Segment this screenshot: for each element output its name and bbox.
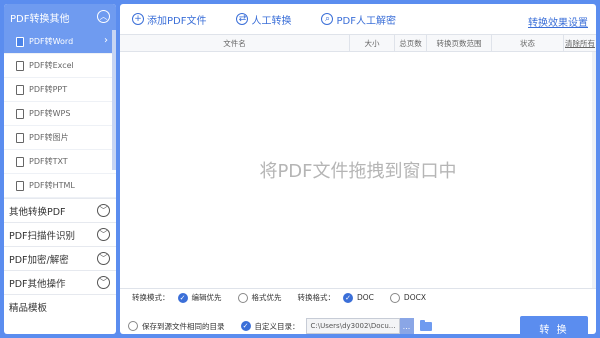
html-file-icon	[16, 180, 24, 191]
main-panel: + 添加PDF文件 ⇄ 人工转换 ⌕ PDF人工解密 转换效果设置 文件名 大小…	[120, 4, 596, 334]
chevron-down-icon: ﹀	[97, 228, 110, 241]
sidebar-header-pdf-convert-other[interactable]: PDF转换其他 ︿	[4, 4, 116, 30]
image-file-icon	[16, 132, 24, 143]
browse-button[interactable]: ...	[399, 318, 414, 334]
radio-unchecked-icon	[237, 292, 248, 303]
clear-all-link[interactable]: 清除所有	[565, 38, 595, 49]
radio-checked-icon: ✓	[343, 292, 353, 303]
convert-settings-link[interactable]: 转换效果设置	[528, 14, 588, 29]
column-clear-all-cell: 清除所有	[564, 35, 596, 51]
convert-options-row: 转换模式： ✓ 编辑优先 格式优先 转换格式： ✓ DOC DOCX	[120, 288, 596, 306]
column-filename: 文件名	[120, 35, 350, 51]
chevron-right-icon: ›	[104, 35, 108, 46]
radio-checked-icon: ✓	[240, 321, 251, 331]
column-status: 状态	[492, 35, 564, 51]
file-drop-area[interactable]: 将PDF文件拖拽到窗口中	[120, 52, 596, 288]
sidebar-item-pdf-to-image[interactable]: PDF转图片	[4, 126, 116, 150]
sidebar-subitems: PDF转Word › PDF转Excel PDF转PPT PDF转WPS PDF…	[4, 30, 116, 198]
ppt-file-icon	[16, 84, 24, 95]
file-list-scrollbar[interactable]	[592, 52, 596, 288]
swap-icon: ⇄	[236, 13, 249, 25]
column-total-pages: 总页数	[395, 35, 427, 51]
output-dir-row: 保存到源文件相同的目录 ✓ 自定义目录： C:\Users\dy3002\Doc…	[120, 306, 596, 334]
sidebar-item-label: PDF转TXT	[29, 157, 68, 166]
sidebar-item-pdf-to-word[interactable]: PDF转Word ›	[4, 30, 116, 54]
manual-convert-label: 人工转换	[251, 15, 292, 27]
sidebar: PDF转换其他 ︿ PDF转Word › PDF转Excel PDF转PPT P…	[4, 4, 116, 334]
mode-format-priority-radio[interactable]: 格式优先	[237, 292, 282, 303]
sidebar-item-label: PDF转WPS	[29, 109, 71, 118]
sidebar-category-encrypt-decrypt[interactable]: PDF加密/解密 ﹀	[4, 246, 116, 270]
chevron-down-icon: ﹀	[97, 276, 110, 289]
radio-checked-icon: ✓	[177, 292, 188, 303]
sidebar-category-label: PDF扫描件识别	[9, 230, 76, 242]
plus-icon: +	[132, 13, 144, 25]
convert-format-label: 转换格式：	[297, 293, 336, 302]
excel-file-icon	[16, 60, 24, 71]
wps-file-icon	[16, 108, 24, 119]
save-same-dir-label: 保存到源文件相同的目录	[142, 321, 225, 331]
custom-dir-radio[interactable]: ✓ 自定义目录：	[240, 321, 300, 332]
sidebar-item-pdf-to-ppt[interactable]: PDF转PPT	[4, 78, 116, 102]
sidebar-category-scan-ocr[interactable]: PDF扫描件识别 ﹀	[4, 222, 116, 246]
folder-icon[interactable]	[419, 319, 432, 331]
sidebar-category-label: PDF其他操作	[9, 278, 66, 290]
sidebar-category-other-ops[interactable]: PDF其他操作 ﹀	[4, 270, 116, 294]
column-size: 大小	[350, 35, 395, 51]
sidebar-category-label: 其他转换PDF	[9, 206, 66, 218]
sidebar-category-templates[interactable]: 精品模板	[4, 294, 116, 318]
sidebar-item-pdf-to-html[interactable]: PDF转HTML	[4, 174, 116, 198]
search-icon: ⌕	[321, 13, 334, 25]
save-same-dir-radio[interactable]: 保存到源文件相同的目录	[128, 321, 225, 332]
sidebar-item-label: PDF转Word	[29, 37, 74, 46]
sidebar-category-label: PDF加密/解密	[9, 254, 69, 266]
sidebar-category-label: 精品模板	[9, 302, 48, 314]
word-file-icon	[16, 36, 24, 47]
radio-unchecked-icon	[128, 321, 138, 331]
chevron-up-icon[interactable]: ︿	[97, 10, 110, 23]
sidebar-item-pdf-to-wps[interactable]: PDF转WPS	[4, 102, 116, 126]
file-table-header: 文件名 大小 总页数 转换页数范围 状态 清除所有	[120, 34, 596, 52]
mode-edit-label: 编辑优先	[191, 293, 222, 302]
sidebar-item-pdf-to-excel[interactable]: PDF转Excel	[4, 54, 116, 78]
custom-dir-label: 自定义目录：	[254, 321, 300, 331]
format-doc-radio[interactable]: ✓ DOC	[343, 292, 374, 303]
column-page-range: 转换页数范围	[427, 35, 492, 51]
sidebar-item-pdf-to-txt[interactable]: PDF转TXT	[4, 150, 116, 174]
sidebar-header-label: PDF转换其他	[10, 13, 70, 25]
pdf-decrypt-label: PDF人工解密	[336, 15, 396, 27]
chevron-down-icon: ﹀	[97, 252, 110, 265]
sidebar-category-other-to-pdf[interactable]: 其他转换PDF ﹀	[4, 198, 116, 222]
chevron-down-icon: ﹀	[97, 204, 110, 217]
format-docx-radio[interactable]: DOCX	[389, 292, 426, 303]
add-pdf-file-label: 添加PDF文件	[147, 15, 207, 27]
format-doc-label: DOC	[357, 293, 374, 302]
drop-hint-text: 将PDF文件拖拽到窗口中	[259, 161, 457, 182]
txt-file-icon	[16, 156, 24, 167]
pdf-decrypt-button[interactable]: ⌕ PDF人工解密	[321, 12, 396, 27]
output-path-field[interactable]: C:\Users\dy3002\Docu...	[305, 318, 400, 334]
mode-edit-priority-radio[interactable]: ✓ 编辑优先	[177, 292, 222, 303]
sidebar-item-label: PDF转图片	[29, 133, 69, 142]
radio-unchecked-icon	[389, 292, 400, 303]
sidebar-item-label: PDF转Excel	[29, 61, 74, 70]
convert-button[interactable]: 转 换	[520, 316, 588, 334]
sidebar-item-label: PDF转PPT	[29, 85, 68, 94]
add-pdf-file-button[interactable]: + 添加PDF文件	[132, 12, 206, 27]
convert-mode-label: 转换模式：	[132, 293, 170, 302]
manual-convert-button[interactable]: ⇄ 人工转换	[236, 12, 291, 27]
toolbar: + 添加PDF文件 ⇄ 人工转换 ⌕ PDF人工解密 转换效果设置	[120, 4, 596, 34]
format-docx-label: DOCX	[403, 293, 426, 302]
sidebar-scrollbar[interactable]	[112, 30, 116, 170]
sidebar-item-label: PDF转HTML	[29, 181, 75, 190]
mode-format-label: 格式优先	[251, 293, 282, 302]
